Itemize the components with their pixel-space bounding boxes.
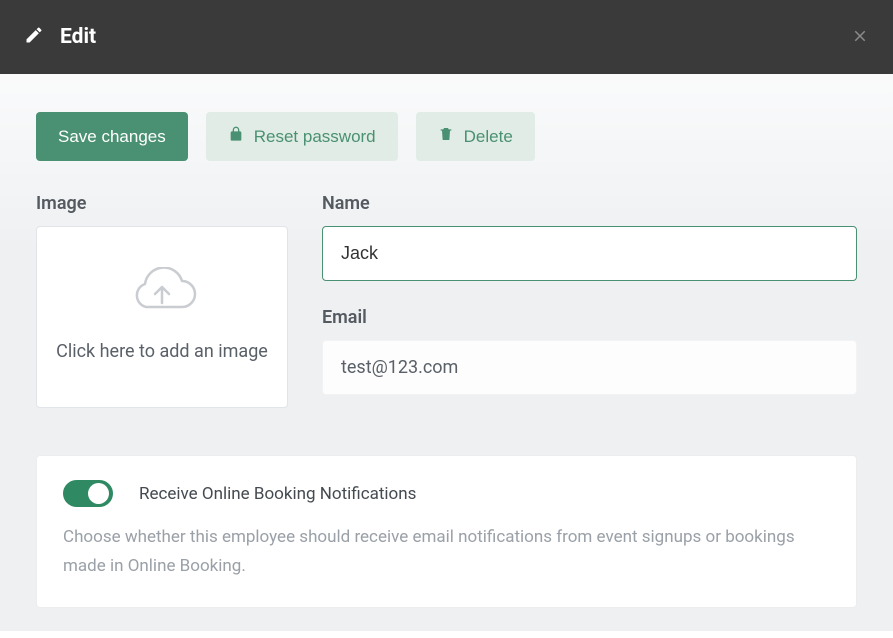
image-upload-area[interactable]: Click here to add an image — [36, 226, 288, 408]
trash-icon — [438, 126, 454, 147]
delete-button-label: Delete — [464, 127, 513, 147]
toggle-description: Choose whether this employee should rece… — [63, 523, 830, 581]
email-label: Email — [322, 307, 857, 328]
toggle-knob — [88, 483, 109, 504]
action-toolbar: Save changes Reset password Delete — [36, 112, 857, 161]
name-input[interactable] — [322, 226, 857, 281]
notifications-toggle[interactable] — [63, 480, 113, 507]
modal-header: Edit — [0, 0, 893, 74]
email-field[interactable]: test@123.com — [322, 340, 857, 395]
cloud-upload-icon — [126, 267, 198, 321]
name-label: Name — [322, 193, 857, 214]
fields-column: Name Email test@123.com — [322, 193, 857, 421]
email-field-group: Email test@123.com — [322, 307, 857, 395]
delete-button[interactable]: Delete — [416, 112, 535, 161]
save-button-label: Save changes — [58, 127, 166, 147]
toggle-label: Receive Online Booking Notifications — [139, 484, 416, 504]
upload-text: Click here to add an image — [56, 337, 268, 368]
close-icon[interactable] — [851, 23, 869, 51]
notifications-card: Receive Online Booking Notifications Cho… — [36, 455, 857, 608]
reset-password-button[interactable]: Reset password — [206, 112, 398, 161]
email-value: test@123.com — [341, 357, 458, 378]
name-field-group: Name — [322, 193, 857, 281]
modal-content: Save changes Reset password Delete Image — [0, 74, 893, 638]
image-column: Image Click here to add an image — [36, 193, 288, 421]
lock-icon — [228, 126, 244, 147]
pencil-icon — [24, 25, 44, 49]
reset-button-label: Reset password — [254, 127, 376, 147]
save-button[interactable]: Save changes — [36, 112, 188, 161]
image-label: Image — [36, 193, 288, 214]
toggle-row: Receive Online Booking Notifications — [63, 480, 830, 507]
modal-title: Edit — [60, 25, 96, 49]
header-left: Edit — [24, 25, 96, 49]
form-row: Image Click here to add an image Name Em… — [36, 193, 857, 421]
